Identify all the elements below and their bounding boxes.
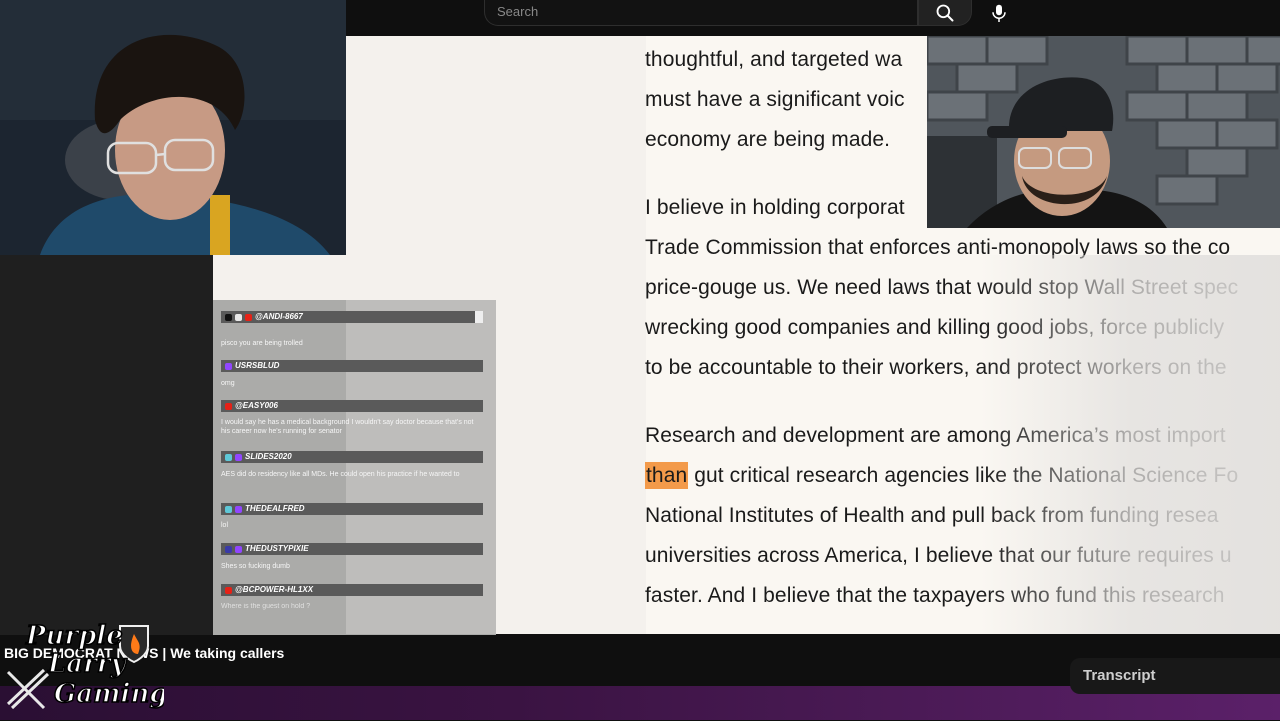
chat-message-header: @ANDI-8667 [221, 311, 483, 323]
chat-username: SLIDES2020 [245, 452, 292, 461]
channel-logo: Purple Larry Gaming [4, 620, 168, 716]
search-icon [936, 4, 954, 21]
youtube-icon [245, 313, 252, 321]
webcam-guest [927, 36, 1280, 228]
badge-icon [225, 313, 232, 321]
chat-message-text: Where is the guest on hold ? [221, 603, 311, 610]
article-line: economy are being made. [645, 128, 891, 151]
badge-icon [235, 313, 242, 321]
webcam-guest-image [927, 36, 1280, 228]
voice-search-button[interactable] [984, 0, 1014, 26]
twitch-icon [225, 362, 232, 370]
badge-icon [225, 545, 232, 553]
article-line: must have a significant voic [645, 88, 905, 111]
chat-message-text: Shes so fucking dumb [221, 563, 290, 570]
chat-username: @EASY006 [235, 401, 278, 410]
search-button[interactable] [918, 0, 972, 26]
chat-message-text: I would say he has a medical background … [221, 419, 474, 435]
chat-message-header: THEDEALFRED [221, 503, 483, 515]
side-panel [0, 255, 213, 635]
webcam-host [0, 0, 346, 255]
chat-username: @ANDI-8667 [255, 312, 303, 321]
chat-message-text: AES did do residency like all MDs. He co… [221, 471, 460, 478]
panel-spacer [213, 255, 346, 300]
chat-message-text: pisco you are being trolled [221, 340, 303, 347]
logo-graphic: Purple Larry Gaming [6, 620, 168, 710]
crown-icon [225, 453, 232, 461]
chat-username: @BCPOWER-HL1XX [235, 585, 314, 594]
chat-message-header: @BCPOWER-HL1XX [221, 584, 483, 596]
chat-username: THEDUSTYPIXIE [245, 544, 309, 553]
transcript-button[interactable]: Transcript [1070, 658, 1280, 694]
chat-message-text: lol [221, 522, 229, 529]
chat-message-header: SLIDES2020 [221, 451, 483, 463]
crown-icon [225, 505, 232, 513]
webcam-host-image [0, 0, 346, 255]
microphone-icon [992, 4, 1006, 22]
highlighted-word: than [645, 462, 689, 489]
logo-text: Purple [25, 621, 123, 651]
chat-message-header: @EASY006 [221, 400, 483, 412]
chat-message-header: USRSBLUD [221, 360, 483, 372]
youtube-icon [225, 402, 232, 410]
chat-scroll-button[interactable] [475, 311, 483, 323]
chat-username: THEDEALFRED [245, 504, 305, 513]
youtube-icon [225, 586, 232, 594]
chat-message-header: THEDUSTYPIXIE [221, 543, 483, 555]
chat-username: USRSBLUD [235, 361, 280, 370]
article-line: I believe in holding corporat [645, 196, 905, 219]
twitch-icon [235, 453, 242, 461]
chat-overlay: @ANDI-8667 pisco you are being trolled U… [213, 300, 496, 635]
logo-text: Larry [47, 649, 128, 679]
twitch-icon [235, 545, 242, 553]
twitch-icon [235, 505, 242, 513]
logo-text: Gaming [54, 679, 164, 709]
article-line: thoughtful, and targeted wa [645, 48, 903, 71]
search-input[interactable]: Search [484, 0, 918, 26]
article-fade-overlay [980, 255, 1280, 634]
chat-message-text: omg [221, 380, 235, 387]
